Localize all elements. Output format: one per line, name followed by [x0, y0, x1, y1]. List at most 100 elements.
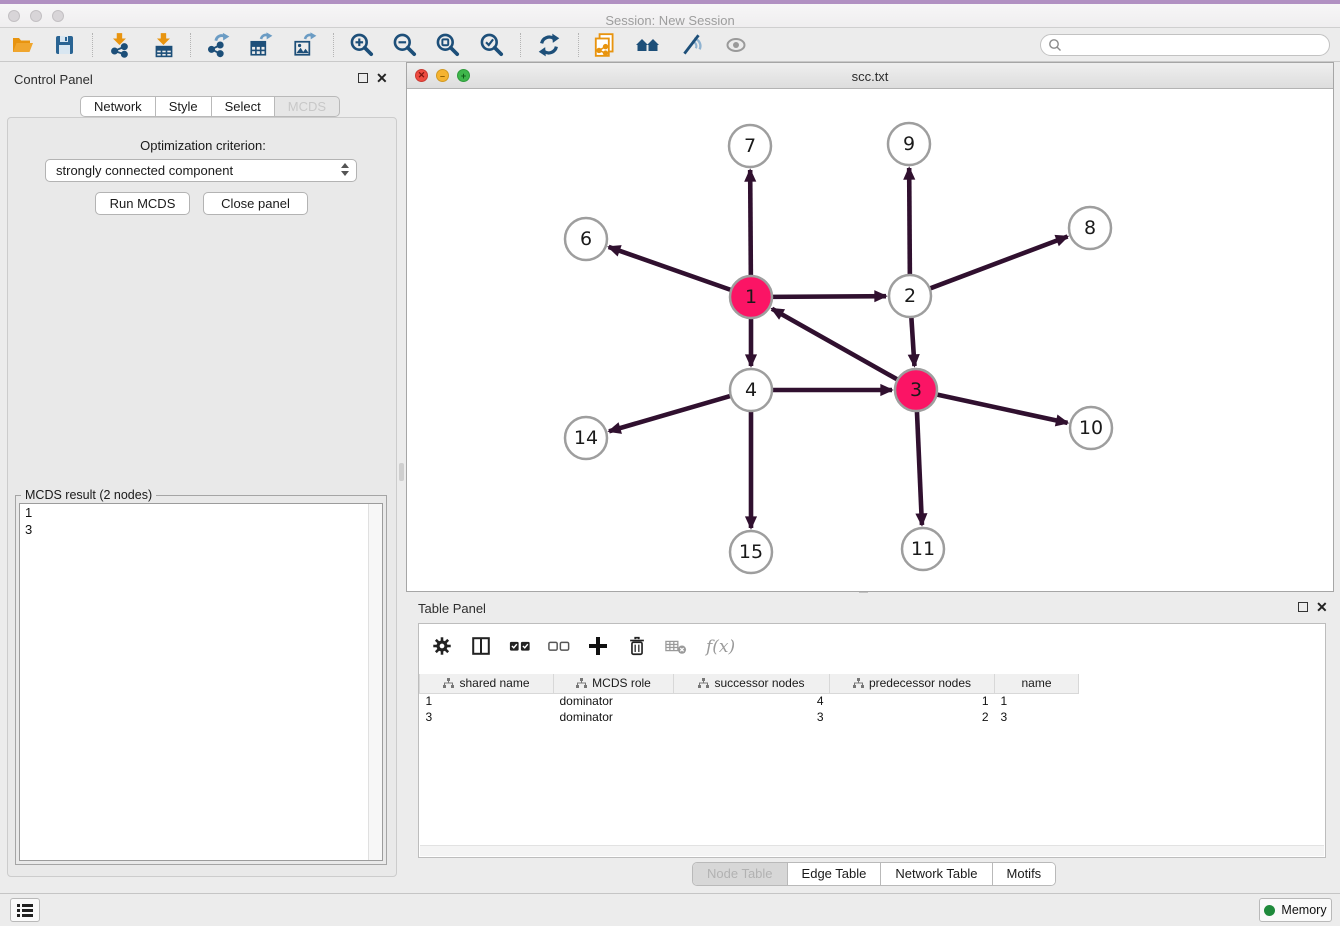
run-mcds-button[interactable]: Run MCDS — [95, 192, 190, 215]
memory-status-icon — [1264, 905, 1275, 916]
zoom-fit-icon[interactable] — [434, 32, 462, 58]
graph-node-label-14: 14 — [574, 427, 598, 449]
network-window-titlebar[interactable]: ✕ – + scc.txt — [407, 63, 1333, 89]
svg-text:f(x): f(x) — [704, 637, 735, 657]
table-panel-title: Table Panel — [418, 601, 486, 616]
network-canvas[interactable]: 1234678910111415 — [407, 89, 1333, 591]
tab-motifs[interactable]: Motifs — [992, 863, 1056, 885]
home-icon[interactable] — [634, 32, 662, 58]
tree-icon — [576, 678, 587, 689]
delete-table-icon — [663, 633, 689, 659]
float-table-panel-icon[interactable] — [1298, 602, 1308, 612]
import-table-icon[interactable] — [150, 32, 178, 58]
toolbar-separator — [578, 33, 579, 57]
tab-network[interactable]: Network — [80, 96, 156, 117]
app-titlebar: Session: New Session — [0, 4, 1340, 28]
graph-node-label-8: 8 — [1084, 217, 1096, 239]
export-image-icon[interactable] — [291, 32, 319, 58]
column-header[interactable]: name — [995, 674, 1079, 693]
mcds-result-textarea[interactable]: 1 3 — [19, 503, 383, 861]
task-history-button[interactable] — [10, 898, 40, 922]
refresh-icon[interactable] — [535, 32, 563, 58]
column-header[interactable]: successor nodes — [674, 674, 830, 693]
table-horizontal-scrollbar[interactable] — [420, 845, 1324, 856]
table-type-tabs: Node Table Edge Table Network Table Moti… — [692, 862, 1056, 886]
show-graphics-details-icon[interactable] — [722, 32, 750, 58]
network-graph[interactable]: 1234678910111415 — [407, 89, 1333, 591]
tab-edge-table[interactable]: Edge Table — [787, 863, 881, 885]
float-panel-icon[interactable] — [358, 73, 368, 83]
mcds-panel-body: Optimization criterion: strongly connect… — [7, 117, 397, 877]
save-session-icon[interactable] — [50, 32, 78, 58]
graph-node-label-7: 7 — [744, 135, 756, 157]
graph-edge-2-3[interactable] — [911, 316, 914, 366]
close-table-panel-icon[interactable]: ✕ — [1316, 602, 1328, 612]
graph-edge-3-1[interactable] — [772, 309, 899, 380]
column-header[interactable]: shared name — [420, 674, 554, 693]
tab-select[interactable]: Select — [212, 96, 275, 117]
import-network-icon[interactable] — [106, 32, 134, 58]
result-scrollbar[interactable] — [368, 504, 382, 860]
hide-graphics-details-icon[interactable] — [678, 32, 706, 58]
export-table-icon[interactable] — [247, 32, 275, 58]
tab-network-table[interactable]: Network Table — [880, 863, 991, 885]
graph-node-label-11: 11 — [911, 538, 935, 560]
column-header[interactable]: predecessor nodes — [830, 674, 995, 693]
graph-node-label-2: 2 — [904, 285, 916, 307]
graph-node-label-3: 3 — [910, 379, 922, 401]
graph-edge-3-11[interactable] — [917, 410, 922, 525]
close-panel-button[interactable]: Close panel — [203, 192, 308, 215]
graph-node-label-4: 4 — [745, 379, 757, 401]
graph-edge-2-9[interactable] — [909, 168, 910, 276]
column-header[interactable]: MCDS role — [554, 674, 674, 693]
toolbar-separator — [190, 33, 191, 57]
clone-network-icon[interactable] — [591, 32, 619, 58]
tab-mcds[interactable]: MCDS — [275, 96, 340, 117]
node-table[interactable]: shared name MCDS role successor nodes pr… — [419, 674, 1325, 725]
graph-edge-1-7[interactable] — [750, 170, 751, 277]
show-columns-icon[interactable] — [468, 633, 494, 659]
zoom-in-icon[interactable] — [348, 32, 376, 58]
vertical-splitter-handle[interactable] — [399, 463, 404, 481]
graph-node-label-9: 9 — [903, 133, 915, 155]
close-panel-icon[interactable]: ✕ — [376, 73, 388, 83]
memory-button[interactable]: Memory — [1259, 898, 1332, 922]
search-box[interactable] — [1040, 34, 1330, 56]
tab-style[interactable]: Style — [156, 96, 212, 117]
search-input[interactable] — [1063, 37, 1329, 53]
window-title: Session: New Session — [0, 13, 1340, 28]
add-row-icon[interactable] — [585, 633, 611, 659]
graph-edge-1-6[interactable] — [609, 247, 732, 290]
open-session-icon[interactable] — [8, 32, 36, 58]
graph-node-label-15: 15 — [739, 541, 763, 563]
select-stepper-icon — [341, 163, 349, 176]
deselect-all-icon[interactable] — [546, 633, 572, 659]
graph-edge-1-2[interactable] — [771, 296, 886, 297]
toolbar-separator — [92, 33, 93, 57]
graph-node-label-1: 1 — [745, 286, 757, 308]
zoom-selected-icon[interactable] — [478, 32, 506, 58]
list-icon — [16, 902, 34, 918]
table-toolbar: f(x) — [429, 632, 742, 660]
export-network-icon[interactable] — [204, 32, 232, 58]
toolbar-separator — [520, 33, 521, 57]
graph-edge-2-8[interactable] — [929, 236, 1068, 288]
optimization-criterion-select[interactable]: strongly connected component — [45, 159, 357, 182]
tab-node-table[interactable]: Node Table — [693, 863, 787, 885]
mcds-result-title: MCDS result (2 nodes) — [21, 488, 156, 502]
delete-row-icon[interactable] — [624, 633, 650, 659]
graph-node-label-10: 10 — [1079, 417, 1103, 439]
tree-icon — [853, 678, 864, 689]
zoom-out-icon[interactable] — [391, 32, 419, 58]
table-options-icon[interactable] — [429, 633, 455, 659]
function-builder-icon: f(x) — [702, 633, 742, 659]
graph-edge-4-14[interactable] — [609, 396, 732, 432]
optimization-criterion-label: Optimization criterion: — [8, 138, 398, 153]
table-row[interactable]: 1 dominator 4 1 1 — [420, 693, 1326, 709]
table-row[interactable]: 3 dominator 3 2 3 — [420, 709, 1326, 725]
graph-edge-3-10[interactable] — [936, 394, 1068, 423]
toolbar-separator — [333, 33, 334, 57]
tree-icon — [698, 678, 709, 689]
control-panel-title: Control Panel — [14, 72, 93, 87]
select-all-icon[interactable] — [507, 633, 533, 659]
